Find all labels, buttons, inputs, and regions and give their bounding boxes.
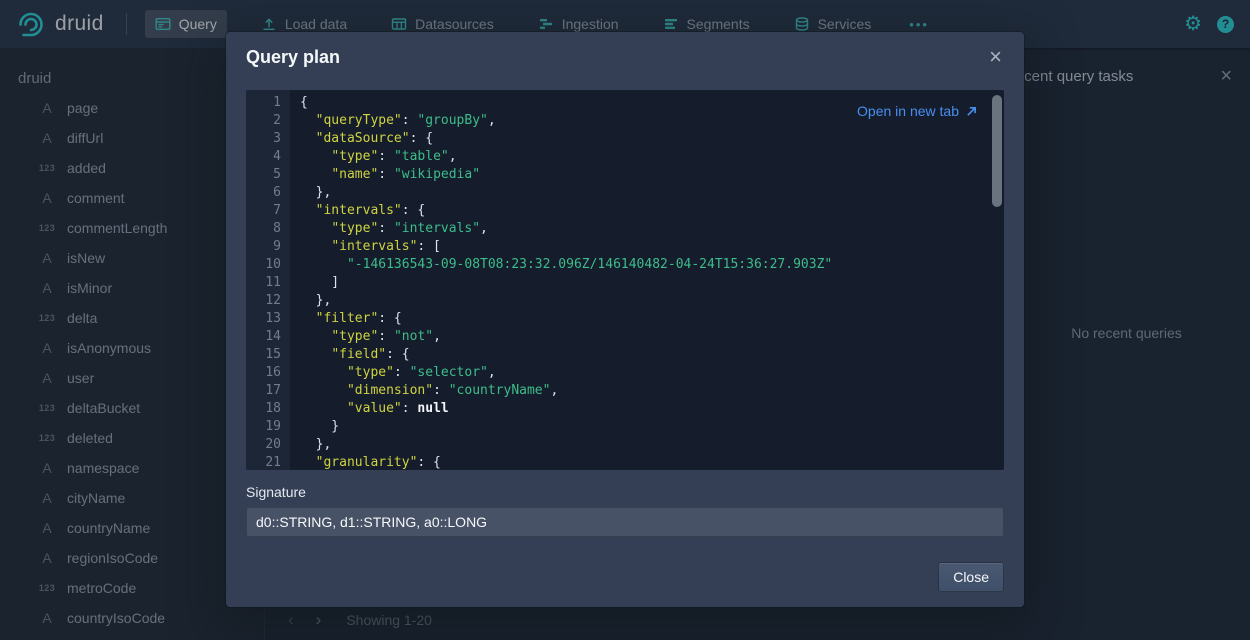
code-line: "filter": {	[300, 310, 832, 328]
line-number: 18	[246, 400, 281, 418]
signature-input[interactable]	[246, 507, 1004, 537]
scrollbar-thumb[interactable]	[992, 95, 1002, 207]
code-line: "-146136543-09-08T08:23:32.096Z/14614048…	[300, 256, 832, 274]
close-button[interactable]: Close	[938, 562, 1004, 592]
code-line: {	[300, 94, 832, 112]
code-line: "value": null	[300, 400, 832, 418]
dialog-footer: Close	[938, 562, 1004, 592]
line-number: 14	[246, 328, 281, 346]
code-line: ]	[300, 274, 832, 292]
line-number: 12	[246, 292, 281, 310]
code-line: },	[300, 184, 832, 202]
code-line: "type": "intervals",	[300, 220, 832, 238]
line-number: 6	[246, 184, 281, 202]
code-line: "type": "table",	[300, 148, 832, 166]
open-in-new-tab-link[interactable]: Open in new tab	[857, 102, 978, 120]
line-number: 13	[246, 310, 281, 328]
dialog-header: Query plan ×	[226, 32, 1024, 82]
line-number: 10	[246, 256, 281, 274]
code-line: "queryType": "groupBy",	[300, 112, 832, 130]
line-number: 20	[246, 436, 281, 454]
code-editor: 123456789101112131415161718192021 { "que…	[246, 90, 1004, 470]
arrow-top-right-icon	[965, 105, 978, 118]
code-line: "name": "wikipedia"	[300, 166, 832, 184]
code-gutter: 123456789101112131415161718192021	[246, 90, 290, 470]
line-number: 1	[246, 94, 281, 112]
code-line: "type": "selector",	[300, 364, 832, 382]
code-line: "type": "not",	[300, 328, 832, 346]
code-line: }	[300, 418, 832, 436]
line-number: 16	[246, 364, 281, 382]
line-number: 21	[246, 454, 281, 470]
line-number: 2	[246, 112, 281, 130]
signature-label: Signature	[246, 484, 1004, 500]
code-line: "intervals": {	[300, 202, 832, 220]
line-number: 19	[246, 418, 281, 436]
code-line: "field": {	[300, 346, 832, 364]
line-number: 15	[246, 346, 281, 364]
line-number: 9	[246, 238, 281, 256]
code-line: },	[300, 436, 832, 454]
line-number: 4	[246, 148, 281, 166]
code-line: "granularity": {	[300, 454, 832, 470]
open-in-new-tab-label: Open in new tab	[857, 102, 959, 120]
code-line: "intervals": [	[300, 238, 832, 256]
line-number: 5	[246, 166, 281, 184]
line-number: 11	[246, 274, 281, 292]
code-line: "dimension": "countryName",	[300, 382, 832, 400]
line-number: 17	[246, 382, 281, 400]
code-line: "dataSource": {	[300, 130, 832, 148]
code-lines: { "queryType": "groupBy", "dataSource": …	[290, 90, 832, 470]
dialog-title: Query plan	[246, 47, 340, 68]
query-plan-dialog: Query plan × 123456789101112131415161718…	[226, 32, 1024, 607]
dialog-close-icon[interactable]: ×	[983, 44, 1008, 70]
line-number: 8	[246, 220, 281, 238]
line-number: 7	[246, 202, 281, 220]
line-number: 3	[246, 130, 281, 148]
code-line: },	[300, 292, 832, 310]
